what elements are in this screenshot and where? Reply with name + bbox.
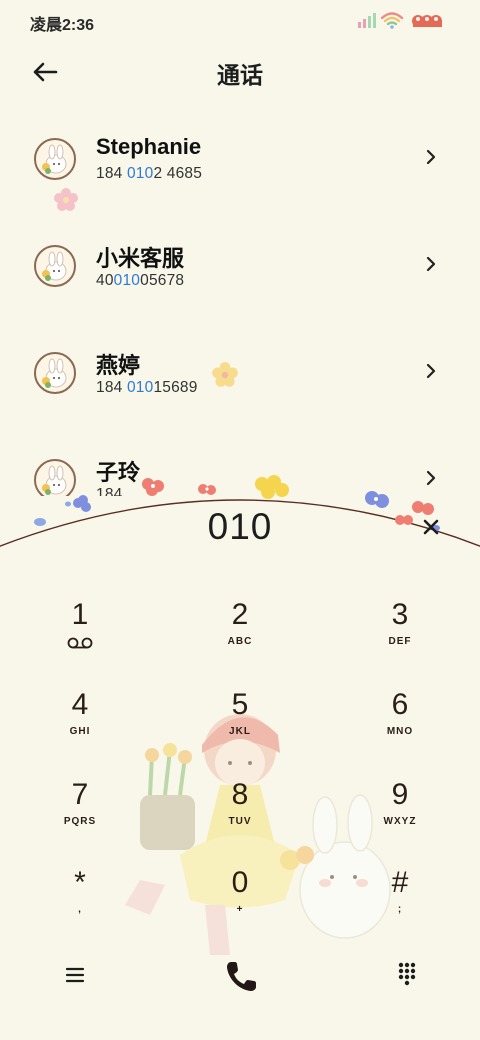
status-bar: 凌晨2:36 xyxy=(0,0,480,44)
key-digit: 6 xyxy=(391,688,409,721)
contact-row[interactable]: 小米客服 4001005678 xyxy=(0,211,480,311)
key-digit: 2 xyxy=(231,598,249,631)
key-5[interactable]: 5 JKL xyxy=(180,680,300,766)
avatar xyxy=(34,352,76,394)
wifi-icon xyxy=(380,12,404,29)
key-hash[interactable]: # ; xyxy=(340,858,460,944)
key-digit: 1 xyxy=(71,598,89,631)
contact-name: 燕婷 xyxy=(96,353,141,378)
key-letters: GHI xyxy=(69,726,91,737)
page-title: 通话 xyxy=(217,62,263,88)
key-0[interactable]: 0 + xyxy=(180,858,300,944)
key-letters: JKL xyxy=(229,726,251,737)
close-icon xyxy=(423,519,439,535)
contact-number: 184 01015689 xyxy=(96,379,198,396)
key-digit: 9 xyxy=(391,778,409,811)
key-letters: MNO xyxy=(386,726,414,737)
key-digit: 0 xyxy=(231,866,249,899)
top-bar: 通话 xyxy=(0,44,480,100)
key-digit: 7 xyxy=(71,778,89,811)
key-digit: 8 xyxy=(231,778,249,811)
dialpad-toggle-button[interactable] xyxy=(392,958,422,988)
status-icons xyxy=(356,10,456,32)
voicemail-icon xyxy=(67,637,93,649)
dialed-number: 010 xyxy=(207,506,273,547)
signal-icon xyxy=(358,13,376,28)
key-digit: * xyxy=(74,866,86,899)
key-digit: # xyxy=(391,866,409,899)
chevron-right-icon xyxy=(426,256,436,272)
key-6[interactable]: 6 MNO xyxy=(340,680,460,766)
key-letters: + xyxy=(236,904,244,915)
contact-name: Stephanie xyxy=(96,134,202,159)
key-digit: 4 xyxy=(71,688,89,721)
key-letters: DEF xyxy=(388,636,412,647)
key-4[interactable]: 4 GHI xyxy=(20,680,140,766)
key-letters: WXYZ xyxy=(383,816,417,827)
avatar xyxy=(34,245,76,287)
menu-button[interactable] xyxy=(60,960,90,990)
key-8[interactable]: 8 TUV xyxy=(180,770,300,856)
bottom-bar xyxy=(0,944,480,1004)
dial-pad: 1 2 ABC 3 DEF 4 GHI 5 JKL 6 MNO 7 PQRS 8… xyxy=(0,590,480,930)
key-letters: ; xyxy=(397,904,403,915)
key-letters: ABC xyxy=(227,636,253,647)
flower-decoration xyxy=(54,188,78,211)
phone-icon xyxy=(227,962,256,991)
key-2[interactable]: 2 ABC xyxy=(180,590,300,676)
clear-button[interactable] xyxy=(418,514,444,540)
status-time: 凌晨2:36 xyxy=(30,17,95,34)
key-7[interactable]: 7 PQRS xyxy=(20,770,140,856)
contact-list: Stephanie 184 0102 4685 小米客服 4001005678 xyxy=(0,104,480,496)
key-letters: TUV xyxy=(228,816,252,827)
call-button[interactable] xyxy=(222,956,262,996)
flower-decoration xyxy=(212,362,238,387)
dialpad-icon xyxy=(398,962,416,986)
contact-number: 4001005678 xyxy=(96,272,185,289)
menu-icon xyxy=(65,967,85,983)
key-letters: PQRS xyxy=(63,816,97,827)
battery-icon xyxy=(412,15,442,27)
key-9[interactable]: 9 WXYZ xyxy=(340,770,460,856)
key-1[interactable]: 1 xyxy=(20,590,140,676)
avatar xyxy=(34,138,76,180)
contact-name: 小米客服 xyxy=(96,246,185,271)
key-letters: , xyxy=(78,904,82,915)
key-digit: 3 xyxy=(391,598,409,631)
key-digit: 5 xyxy=(231,688,249,721)
chevron-right-icon xyxy=(426,149,436,165)
contact-row[interactable]: 燕婷 184 01015689 xyxy=(0,318,480,418)
key-star[interactable]: * , xyxy=(20,858,140,944)
key-3[interactable]: 3 DEF xyxy=(340,590,460,676)
chevron-right-icon xyxy=(426,363,436,379)
contact-number: 184 0102 4685 xyxy=(96,165,203,182)
